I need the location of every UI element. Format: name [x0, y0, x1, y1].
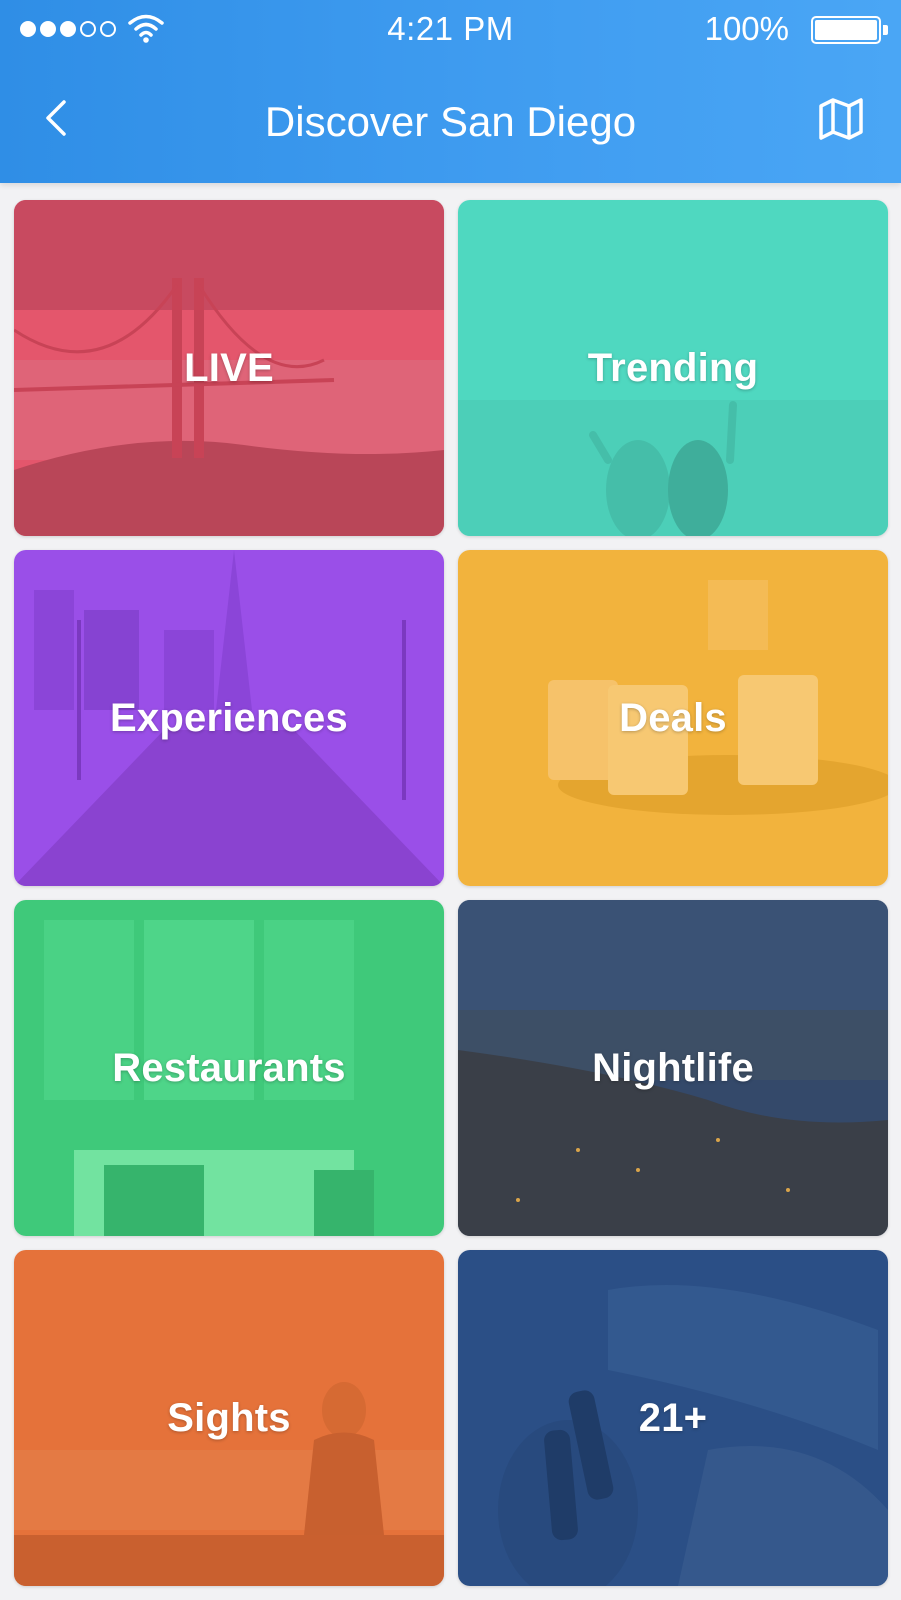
tile-nightlife[interactable]: Nightlife — [458, 900, 888, 1236]
battery-tip — [883, 25, 888, 35]
tile-label: LIVE — [184, 345, 274, 390]
tile-label: Restaurants — [112, 1045, 346, 1090]
page-title: Discover San Diego — [264, 98, 637, 145]
tile-live[interactable]: LIVE — [14, 200, 444, 536]
category-grid: LIVE Trending Experiences Deals Restaura… — [14, 200, 888, 1586]
tile-label: Trending — [587, 345, 759, 390]
tile-sights[interactable]: Sights — [14, 1250, 444, 1586]
tile-label: 21+ — [638, 1395, 708, 1440]
tile-label: Nightlife — [592, 1045, 754, 1090]
tile-restaurants[interactable]: Restaurants — [14, 900, 444, 1236]
tile-label: Sights — [167, 1395, 291, 1440]
tile-trending[interactable]: Trending — [458, 200, 888, 536]
battery-icon — [811, 16, 881, 44]
tile-21-plus[interactable]: 21+ — [458, 1250, 888, 1586]
battery-percent: 100% — [704, 10, 789, 47]
tile-deals[interactable]: Deals — [458, 550, 888, 886]
map-icon[interactable] — [815, 94, 867, 144]
tile-label: Deals — [619, 695, 727, 740]
tile-experiences[interactable]: Experiences — [14, 550, 444, 886]
status-bar: 4:21 PM 100% — [0, 0, 901, 58]
battery-level — [815, 20, 877, 40]
app-header: 4:21 PM 100% Discover San Diego — [0, 0, 901, 183]
tile-label: Experiences — [110, 695, 348, 740]
navigation-bar: Discover San Diego — [0, 80, 901, 166]
